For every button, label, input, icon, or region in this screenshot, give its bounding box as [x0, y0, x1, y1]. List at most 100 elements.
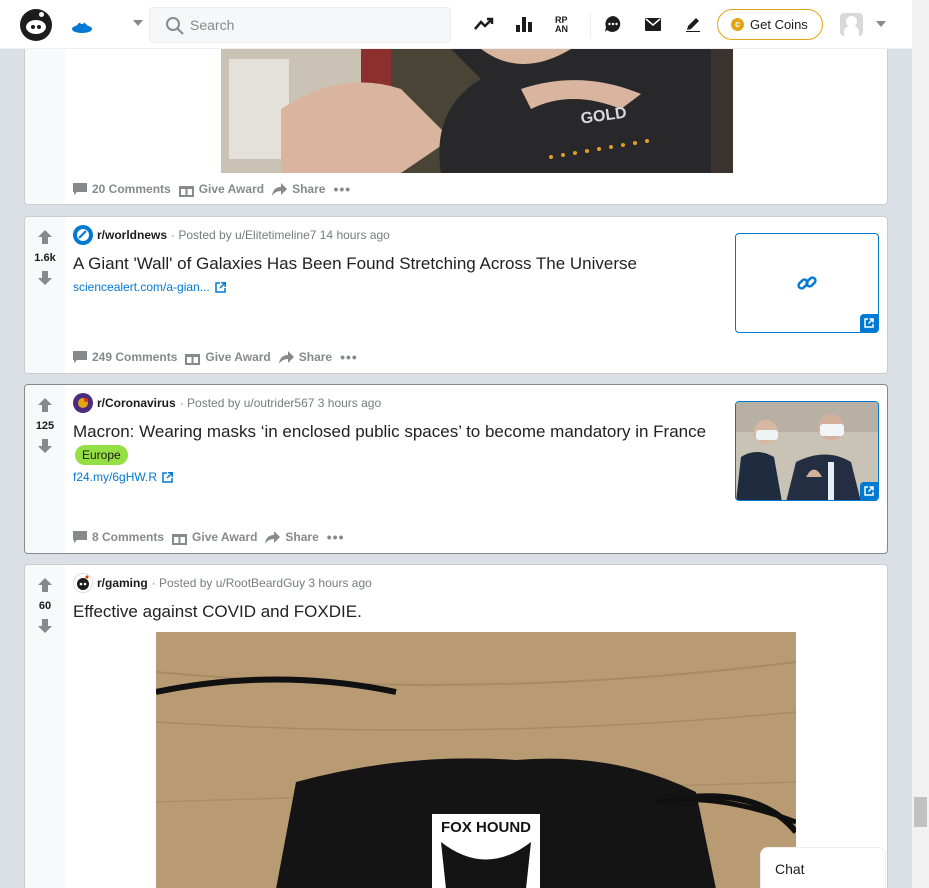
post-image[interactable]: FOX HOUND: [156, 632, 796, 888]
post-meta: r/gaming · Posted by u/RootBeardGuy 3 ho…: [73, 573, 372, 593]
external-link[interactable]: f24.my/6gHW.R: [73, 470, 173, 484]
share-arrow-icon: [265, 530, 281, 544]
more-options-icon[interactable]: •••: [327, 529, 345, 545]
upvote-icon[interactable]: [38, 398, 52, 412]
external-badge-icon: [860, 482, 878, 500]
share-button[interactable]: Share: [265, 530, 319, 544]
scrollbar-thumb[interactable]: [914, 797, 927, 827]
share-label: Share: [298, 350, 333, 364]
post-meta: r/Coronavirus · Posted by u/outrider567 …: [73, 393, 382, 413]
rpan-icon[interactable]: RP AN: [553, 13, 575, 35]
share-arrow-icon: [272, 182, 288, 196]
subreddit-link[interactable]: r/Coronavirus: [97, 396, 176, 410]
post-meta: r/worldnews · Posted by u/Elitetimeline7…: [73, 225, 390, 245]
home-feed-icon[interactable]: [70, 14, 94, 36]
more-options-icon[interactable]: •••: [340, 349, 358, 365]
external-link-icon: [214, 281, 226, 293]
vote-score: 125: [35, 420, 55, 432]
share-button[interactable]: Share: [272, 182, 325, 196]
give-award-button[interactable]: Give Award: [178, 182, 265, 197]
give-award-label: Give Award: [205, 350, 271, 364]
reddit-logo-icon[interactable]: [20, 9, 52, 41]
give-award-button[interactable]: Give Award: [172, 530, 257, 545]
vote-column: 125: [25, 385, 65, 553]
user-menu-chevron-icon[interactable]: [876, 21, 886, 27]
more-options-icon[interactable]: •••: [333, 181, 351, 197]
share-button[interactable]: Share: [278, 350, 333, 364]
gaming-subreddit-icon[interactable]: [73, 573, 93, 593]
gift-icon: [178, 185, 194, 197]
link-domain: f24.my/6gHW.R: [73, 470, 158, 484]
comments-label: 8 Comments: [92, 530, 165, 544]
comment-icon: [73, 183, 87, 195]
link-domain: sciencealert.com/a-gian...: [73, 280, 210, 294]
post-title[interactable]: Macron: Wearing masks ‘in enclosed publi…: [73, 421, 713, 465]
posted-by-text: · Posted by u/Elitetimeline7 14 hours ag…: [171, 228, 390, 242]
create-post-pencil-icon[interactable]: [682, 13, 704, 35]
downvote-icon[interactable]: [38, 619, 52, 633]
chat-label: Chat: [775, 861, 805, 877]
post-actions: 249 Comments Give Award Share •••: [73, 349, 358, 365]
comment-icon: [73, 351, 87, 363]
external-link[interactable]: sciencealert.com/a-gian...: [73, 280, 226, 294]
chat-panel-tab[interactable]: Chat: [760, 847, 886, 888]
header-divider: [590, 12, 591, 38]
upvote-icon[interactable]: [38, 230, 52, 244]
downvote-icon[interactable]: [38, 271, 52, 285]
upvote-icon[interactable]: [38, 578, 52, 592]
worldnews-subreddit-icon[interactable]: [73, 225, 93, 245]
chat-icon[interactable]: [602, 13, 624, 35]
link-thumbnail[interactable]: [735, 233, 879, 333]
post-card[interactable]: 60 r/gaming · Posted by u/RootBeardGuy 3…: [24, 564, 888, 888]
give-award-label: Give Award: [192, 530, 258, 544]
subreddit-link[interactable]: r/worldnews: [97, 228, 167, 242]
vote-score: 60: [38, 600, 52, 612]
downvote-icon[interactable]: [38, 439, 52, 453]
post-card[interactable]: 1.6k r/worldnews · Posted by u/Elitetime…: [24, 216, 888, 374]
post-card[interactable]: 125 r/Coronavirus · Posted by u/outrider…: [24, 384, 888, 554]
gift-icon: [185, 353, 201, 365]
home-dropdown-chevron-icon[interactable]: [133, 20, 143, 26]
popular-trending-icon[interactable]: [473, 13, 495, 35]
share-arrow-icon: [278, 350, 294, 364]
posted-by-text: · Posted by u/outrider567 3 hours ago: [179, 396, 382, 410]
svg-text:AN: AN: [555, 24, 568, 34]
share-label: Share: [285, 530, 319, 544]
mask-print-text: FOX HOUND: [441, 819, 531, 836]
share-label: Share: [292, 182, 326, 196]
get-coins-button[interactable]: c Get Coins: [717, 9, 823, 40]
vote-column: [25, 49, 65, 204]
search-input[interactable]: [190, 8, 440, 42]
search-icon: [166, 17, 184, 35]
posted-by-text: · Posted by u/RootBeardGuy 3 hours ago: [151, 576, 372, 590]
external-badge-icon: [860, 314, 878, 332]
messages-mail-icon[interactable]: [642, 13, 664, 35]
comments-button[interactable]: 249 Comments: [73, 350, 177, 364]
comments-button[interactable]: 8 Comments: [73, 530, 164, 544]
search-bar[interactable]: [149, 7, 451, 43]
comments-label: 20 Comments: [92, 182, 171, 196]
post-flair[interactable]: Europe: [75, 444, 128, 465]
coronavirus-subreddit-icon[interactable]: [73, 393, 93, 413]
link-thumbnail[interactable]: [735, 401, 879, 501]
user-avatar[interactable]: [840, 13, 863, 36]
post-image[interactable]: GOLD: [221, 49, 733, 173]
vote-column: 60: [25, 565, 65, 888]
post-card[interactable]: GOLD 20 Comments Give Award Share •••: [24, 49, 888, 205]
leaderboard-icon[interactable]: [513, 13, 535, 35]
subreddit-link[interactable]: r/gaming: [97, 576, 148, 590]
vote-column: 1.6k: [25, 217, 65, 373]
post-actions: 20 Comments Give Award Share •••: [73, 181, 351, 197]
comments-button[interactable]: 20 Comments: [73, 182, 171, 196]
give-award-label: Give Award: [198, 182, 265, 196]
post-title[interactable]: Effective against COVID and FOXDIE.: [73, 601, 773, 623]
link-icon: [797, 276, 817, 290]
page-scrollbar[interactable]: [912, 0, 929, 888]
external-link-icon: [162, 471, 173, 483]
comment-icon: [73, 531, 87, 543]
get-coins-label: Get Coins: [750, 17, 808, 32]
top-header: RPAN c Get Coins: [0, 0, 912, 49]
give-award-button[interactable]: Give Award: [185, 350, 271, 365]
post-title[interactable]: A Giant 'Wall' of Galaxies Has Been Foun…: [73, 253, 713, 275]
thumbnail-photo: [736, 402, 878, 500]
